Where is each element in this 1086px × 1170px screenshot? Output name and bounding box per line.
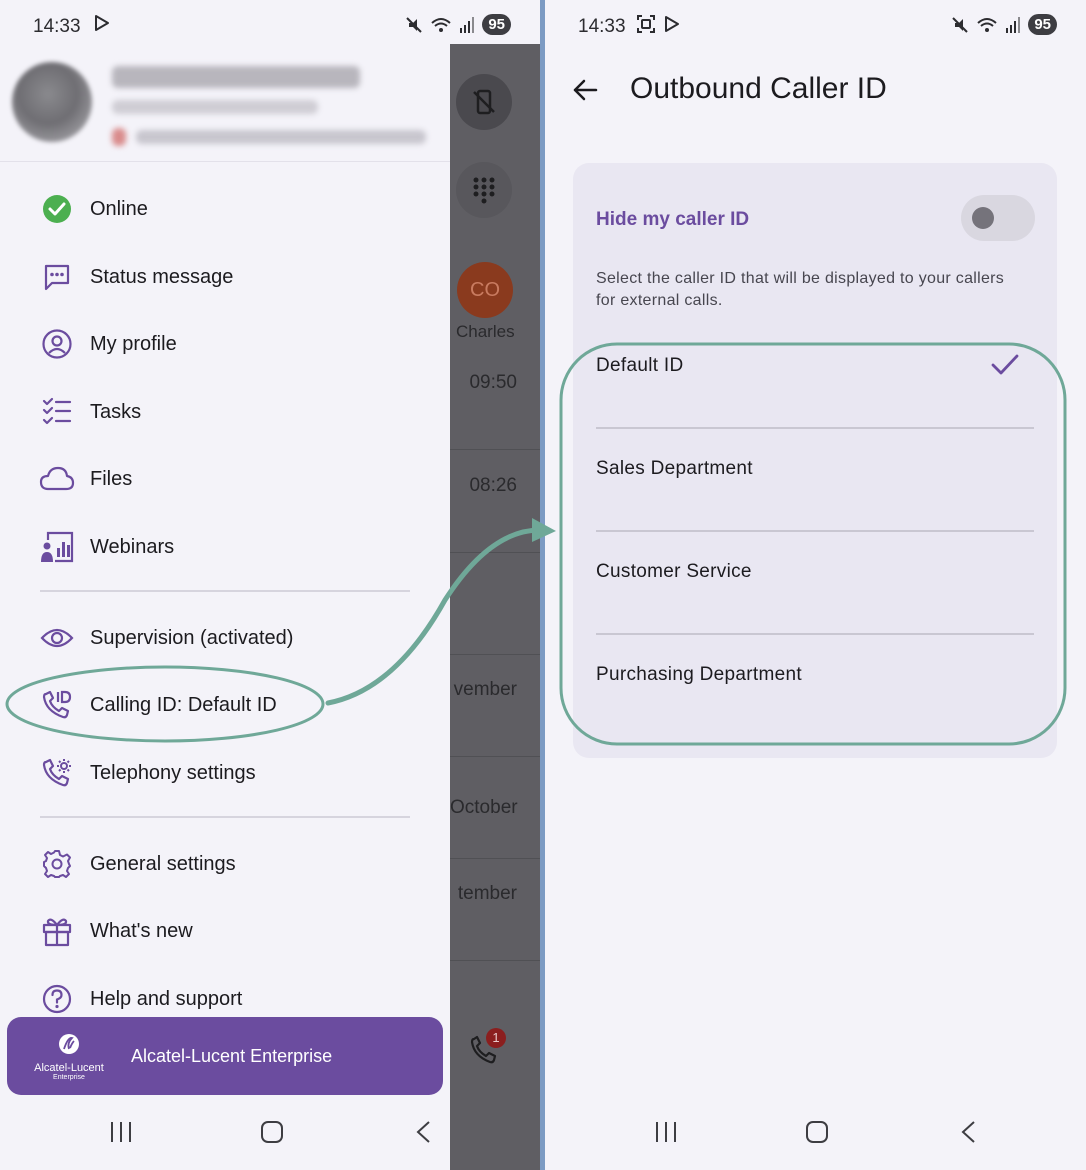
back-nav-icon[interactable] bbox=[412, 1120, 436, 1144]
toggle-knob bbox=[972, 207, 994, 229]
missed-calls-badge: 1 bbox=[486, 1028, 506, 1048]
menu-divider bbox=[40, 816, 410, 818]
mute-icon bbox=[952, 16, 969, 33]
menu-item-files[interactable]: Files bbox=[0, 452, 450, 506]
caller-id-description: Select the caller ID that will be displa… bbox=[596, 270, 1005, 309]
user-name-blurred bbox=[112, 66, 360, 88]
system-nav-bar bbox=[545, 1100, 1086, 1170]
drawer-header bbox=[0, 44, 450, 162]
dialpad-icon bbox=[456, 162, 512, 218]
menu-item-status-message[interactable]: Status message bbox=[0, 250, 450, 304]
arrow-left-icon bbox=[573, 79, 598, 101]
user-status-blurred bbox=[136, 130, 426, 144]
recent-apps-icon[interactable] bbox=[654, 1120, 678, 1144]
status-time: 14:33 bbox=[578, 16, 626, 37]
menu-item-telephony-settings[interactable]: Telephony settings bbox=[0, 746, 450, 800]
signal-icon bbox=[1006, 16, 1021, 33]
navigation-drawer: Online Status message My profile Tasks F… bbox=[0, 44, 450, 1170]
status-time: 14:33 bbox=[33, 16, 81, 37]
battery-level: 95 bbox=[482, 14, 511, 35]
tasks-icon bbox=[38, 393, 76, 431]
online-check-icon bbox=[38, 190, 76, 228]
help-icon bbox=[38, 980, 76, 1018]
wifi-icon bbox=[977, 17, 997, 32]
phone-id-icon bbox=[38, 686, 76, 724]
play-store-icon bbox=[665, 16, 679, 32]
menu-item-webinars[interactable]: Webinars bbox=[0, 520, 450, 574]
checkmark-icon bbox=[991, 354, 1019, 375]
brand-banner[interactable]: Alcatel-Lucent Enterprise Alcatel-Lucent… bbox=[7, 1017, 443, 1095]
mute-icon bbox=[406, 16, 423, 33]
background-app-dimmed: CO Charles 09:50 08:26 vember October te… bbox=[450, 44, 540, 1170]
month-header: tember bbox=[457, 883, 517, 904]
menu-item-general-settings[interactable]: General settings bbox=[0, 837, 450, 891]
battery-level: 95 bbox=[1028, 14, 1057, 35]
call-time: 08:26 bbox=[469, 475, 517, 496]
contact-avatar: CO bbox=[457, 262, 513, 318]
menu-divider bbox=[40, 590, 410, 592]
no-phone-icon bbox=[456, 74, 512, 130]
avatar[interactable] bbox=[12, 62, 92, 142]
status-dot-blurred bbox=[112, 128, 126, 146]
hide-caller-id-label: Hide my caller ID bbox=[596, 209, 750, 230]
eye-icon bbox=[38, 619, 76, 657]
gift-icon bbox=[38, 912, 76, 950]
message-icon bbox=[38, 258, 76, 296]
menu-item-tasks[interactable]: Tasks bbox=[0, 385, 450, 439]
month-header: October bbox=[450, 797, 518, 818]
screenshot-icon bbox=[637, 15, 655, 33]
contact-name: Charles bbox=[456, 322, 515, 341]
webinar-icon bbox=[38, 528, 76, 566]
page-title: Outbound Caller ID bbox=[630, 72, 887, 105]
menu-item-online[interactable]: Online bbox=[0, 182, 450, 236]
alcatel-lucent-logo-icon bbox=[59, 1034, 79, 1054]
caller-id-option-sales[interactable]: Sales Department bbox=[596, 432, 1034, 532]
back-button[interactable] bbox=[567, 72, 603, 108]
month-header: vember bbox=[453, 679, 517, 700]
caller-id-card: Hide my caller ID Select the caller ID t… bbox=[573, 163, 1057, 758]
caller-id-option-default[interactable]: Default ID bbox=[596, 329, 1034, 429]
phone-settings-icon bbox=[38, 754, 76, 792]
user-org-blurred bbox=[112, 100, 318, 114]
profile-icon bbox=[38, 325, 76, 363]
menu-item-supervision[interactable]: Supervision (activated) bbox=[0, 611, 450, 665]
menu-item-whats-new[interactable]: What's new bbox=[0, 904, 450, 958]
status-bar: 14:33 95 bbox=[0, 0, 540, 44]
calls-icon: 1 bbox=[468, 1028, 506, 1073]
back-nav-icon[interactable] bbox=[957, 1120, 981, 1144]
menu-item-calling-id[interactable]: Calling ID: Default ID bbox=[0, 678, 450, 732]
caller-id-option-customer-service[interactable]: Customer Service bbox=[596, 535, 1034, 635]
call-time: 09:50 bbox=[469, 372, 517, 393]
status-bar: 14:33 95 bbox=[545, 0, 1086, 44]
alcatel-lucent-logo: Alcatel-Lucent Enterprise bbox=[29, 1033, 109, 1081]
home-icon[interactable] bbox=[260, 1120, 284, 1144]
menu-item-my-profile[interactable]: My profile bbox=[0, 317, 450, 371]
gear-icon bbox=[38, 845, 76, 883]
caller-id-option-purchasing[interactable]: Purchasing Department bbox=[596, 638, 1034, 738]
left-phone-screen: 14:33 95 CO Charles 09:50 08:26 vember O… bbox=[0, 0, 540, 1170]
brand-name: Alcatel-Lucent Enterprise bbox=[131, 1046, 333, 1066]
signal-icon bbox=[460, 16, 475, 33]
right-phone-screen: 14:33 95 Outbound Caller ID Hide my call… bbox=[545, 0, 1086, 1170]
recent-apps-icon[interactable] bbox=[109, 1120, 133, 1144]
home-icon[interactable] bbox=[805, 1120, 829, 1144]
hide-caller-id-toggle[interactable] bbox=[961, 195, 1035, 241]
system-nav-bar bbox=[0, 1100, 450, 1170]
cloud-icon bbox=[38, 460, 76, 498]
wifi-icon bbox=[431, 17, 451, 32]
play-store-icon bbox=[95, 15, 109, 31]
